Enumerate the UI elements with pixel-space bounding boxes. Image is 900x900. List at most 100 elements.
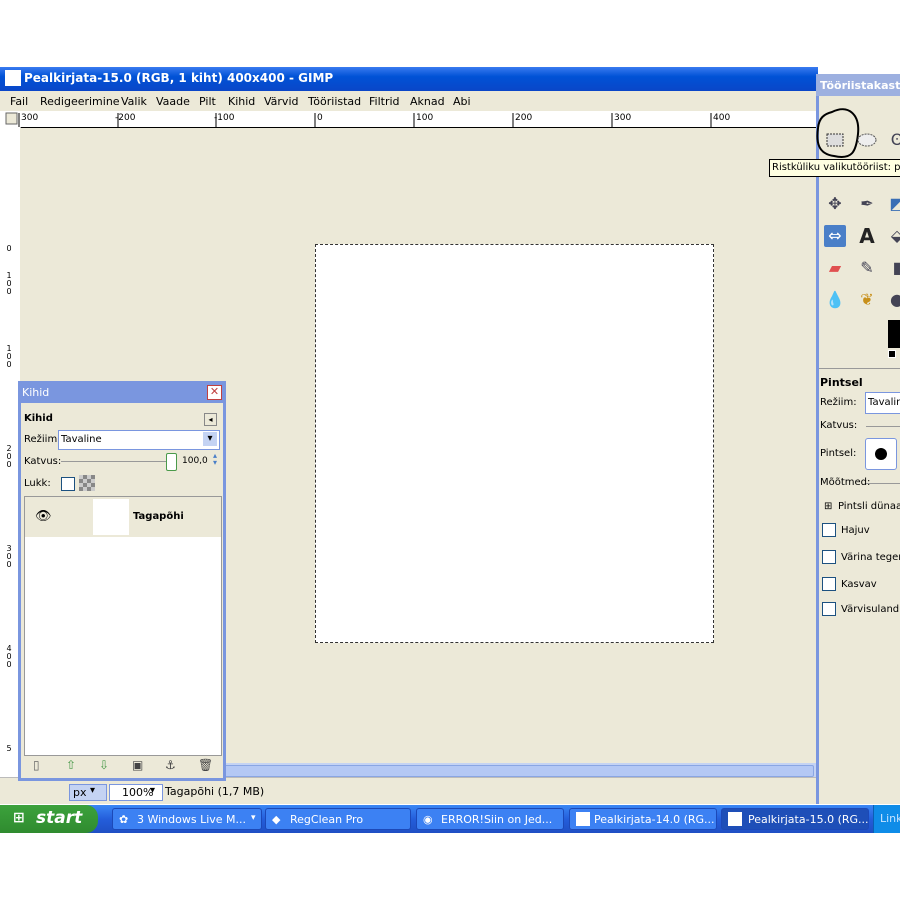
menu-edit[interactable]: Redigeerimine [40, 95, 120, 108]
lasso-icon[interactable]: ʘ [886, 129, 900, 151]
taskbar-item[interactable]: ◉ ERROR!Siin on Jed... [416, 808, 564, 830]
layer-name: Tagapõhi [133, 511, 184, 522]
new-layer-icon[interactable]: ▯ [33, 758, 40, 772]
anchor-layer-icon[interactable]: ⚓ [165, 758, 176, 772]
menu-image[interactable]: Pilt [199, 95, 216, 108]
visibility-eye-icon[interactable]: 👁 [35, 509, 52, 524]
menu-help[interactable]: Abi [453, 95, 471, 108]
lower-layer-icon[interactable]: ⇩ [99, 758, 109, 772]
delete-layer-icon[interactable]: 🗑 [198, 758, 213, 772]
tooltip-text: Ristküliku valikutööriist: pilc [772, 162, 900, 173]
ruler-label: -100 [214, 113, 235, 123]
layers-mode-value: Tavaline [61, 434, 102, 445]
checkbox-fade[interactable] [822, 523, 836, 537]
menu-filters[interactable]: Filtrid [369, 95, 400, 108]
path-icon[interactable]: ✒ [856, 193, 878, 215]
messenger-icon: ✿ [119, 813, 129, 826]
brush-label: Pintsel: [820, 448, 857, 459]
menu-colors[interactable]: Värvid [264, 95, 298, 108]
taskbar-item-label: 3 Windows Live M... [137, 813, 247, 826]
checkbox-incremental[interactable] [822, 577, 836, 591]
checkbox-label: Hajuv [841, 525, 870, 536]
duplicate-layer-icon[interactable]: ▣ [132, 758, 143, 772]
chevron-down-icon: ▾ [251, 813, 256, 823]
eraser-icon[interactable]: ▰ [824, 257, 846, 279]
taskbar-item[interactable]: Pealkirjata-14.0 (RG... [569, 808, 717, 830]
windows-logo-icon: ⊞ [13, 810, 25, 826]
ruler-label: -200 [115, 113, 136, 123]
lock-pixels-checkbox[interactable] [61, 477, 75, 491]
ruler-label: 100 [6, 344, 12, 369]
opacity-slider[interactable] [866, 426, 900, 427]
menu-file[interactable]: Fail [10, 95, 28, 108]
start-button[interactable]: ⊞ start [0, 805, 98, 833]
layer-thumbnail [93, 499, 129, 535]
default-colors-icon[interactable] [888, 350, 896, 358]
taskbar-item[interactable]: ✿ 3 Windows Live M... ▾ [112, 808, 262, 830]
mode-value: Tavaline [868, 397, 900, 408]
taskbar-item-label: ERROR!Siin on Jed... [441, 813, 553, 826]
menu-windows[interactable]: Aknad [410, 95, 445, 108]
start-label: start [36, 808, 83, 828]
taskbar-item-active[interactable]: Pealkirjata-15.0 (RG... [721, 808, 869, 830]
alpha-lock-icon[interactable] [79, 475, 95, 491]
menu-view[interactable]: Vaade [156, 95, 190, 108]
menu-arrow-icon[interactable]: ◂ [204, 413, 217, 426]
size-slider[interactable] [866, 483, 900, 484]
links-label: Links [880, 812, 900, 825]
layers-mode-select[interactable]: Tavaline ▾ [58, 430, 220, 450]
layers-opacity-value: 100,0 [182, 456, 208, 466]
layers-opacity-slider[interactable] [61, 461, 175, 462]
foreground-color-swatch[interactable] [888, 320, 900, 348]
smudge-icon[interactable]: ❦ [856, 289, 878, 311]
layers-mode-label: Režiim: [24, 434, 61, 445]
text-icon[interactable]: A [856, 225, 878, 247]
brush-dot-icon [875, 448, 887, 460]
layers-titlebar[interactable]: Kihid ✕ [18, 381, 226, 403]
slider-handle[interactable] [166, 453, 177, 471]
ruler-label: 300 [21, 113, 39, 123]
links-toolbar[interactable]: Links [873, 805, 900, 833]
airbrush-icon[interactable]: ✎ [856, 257, 878, 279]
menu-tools[interactable]: Tööriistad [308, 95, 361, 108]
ruler-label: 200 [515, 113, 533, 123]
brush-preview[interactable] [865, 438, 897, 470]
raise-layer-icon[interactable]: ⇧ [66, 758, 76, 772]
ellipse-select-icon[interactable] [856, 129, 878, 151]
zoom-value: 100% [122, 786, 154, 799]
checkbox-jitter[interactable] [822, 550, 836, 564]
layers-header: Kihid [24, 413, 53, 424]
close-icon[interactable]: ✕ [207, 385, 222, 400]
mode-select[interactable]: Tavaline [865, 392, 900, 414]
bucket-icon[interactable]: ⬙ [886, 225, 900, 247]
transform-icon[interactable]: ◩ [886, 193, 900, 215]
image-canvas[interactable] [315, 244, 714, 643]
expand-icon[interactable]: ⊞ [824, 501, 832, 512]
blur-icon[interactable]: 💧 [824, 289, 846, 311]
tooltip: Ristküliku valikutööriist: pilc [769, 159, 900, 177]
unit-select[interactable]: px ▾ [69, 784, 107, 801]
ruler-label: 200 [6, 444, 12, 469]
divider [819, 368, 900, 369]
zoom-select[interactable]: 100% ▾ [109, 784, 163, 801]
layers-title: Kihid [22, 386, 50, 399]
dodge-icon[interactable]: ● [886, 289, 900, 311]
chevron-down-icon: ▾ [203, 432, 217, 446]
flip-icon[interactable]: ⇔ [824, 225, 846, 247]
ruler-horizontal[interactable]: 300 -200 -100 0 100 200 300 400 [0, 111, 818, 128]
ruler-label-value: 200 [118, 113, 136, 123]
ruler-label: 100 [416, 113, 434, 123]
ink-icon[interactable]: ▮ [886, 257, 900, 279]
menu-layers[interactable]: Kihid [228, 95, 255, 108]
move-icon[interactable]: ✥ [824, 193, 846, 215]
window-titlebar[interactable]: Pealkirjata-15.0 (RGB, 1 kiht) 400x400 -… [0, 67, 818, 91]
checkbox-gradient[interactable] [822, 602, 836, 616]
menu-select[interactable]: Valik [121, 95, 147, 108]
checkbox-label: Kasvav [841, 579, 877, 590]
toolbox-titlebar[interactable]: Tööriistakast [816, 74, 900, 96]
spin-icon[interactable]: ▴ ▾ [213, 452, 217, 467]
tool-options-title: Pintsel [820, 376, 863, 389]
ruler-label: 5 [6, 744, 12, 753]
taskbar-item[interactable]: ◆ RegClean Pro [265, 808, 411, 830]
layer-row[interactable]: 👁 Tagapõhi [25, 497, 221, 537]
